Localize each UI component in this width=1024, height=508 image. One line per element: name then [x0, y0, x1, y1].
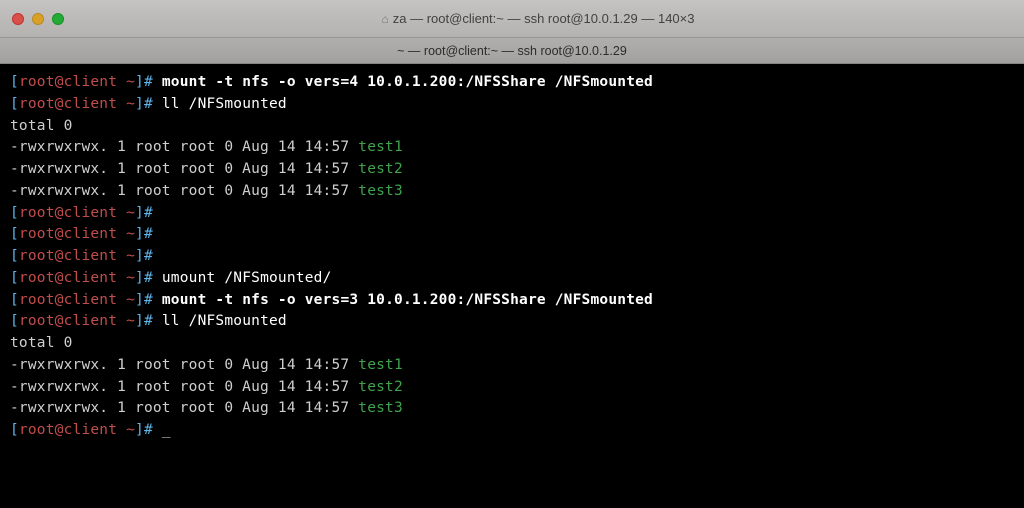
prompt-userhost: root@client ~: [19, 96, 135, 112]
prompt-bracket: [: [10, 270, 19, 286]
terminal-line: [root@client ~]# _: [10, 420, 1014, 442]
prompt-bracket: [: [10, 96, 19, 112]
file-name: test1: [358, 139, 403, 155]
window-title: ⌂ za — root@client:~ — ssh root@10.0.1.2…: [64, 11, 1012, 26]
file-attrs: -rwxrwxrwx. 1 root root 0 Aug 14 14:57: [10, 139, 358, 155]
prompt-bracket: [: [10, 74, 19, 90]
zoom-button[interactable]: [52, 13, 64, 25]
prompt-bracket: ]#: [135, 74, 153, 90]
terminal-line: -rwxrwxrwx. 1 root root 0 Aug 14 14:57 t…: [10, 398, 1014, 420]
terminal-line: -rwxrwxrwx. 1 root root 0 Aug 14 14:57 t…: [10, 181, 1014, 203]
file-name: test3: [358, 400, 403, 416]
prompt-bracket: ]#: [135, 292, 153, 308]
terminal-line: -rwxrwxrwx. 1 root root 0 Aug 14 14:57 t…: [10, 137, 1014, 159]
terminal-line: [root@client ~]#: [10, 224, 1014, 246]
file-name: test2: [358, 379, 403, 395]
terminal-line: total 0: [10, 333, 1014, 355]
prompt-bracket: [: [10, 422, 19, 438]
command-text: umount /NFSmounted/: [162, 270, 332, 286]
window-titlebar: ⌂ za — root@client:~ — ssh root@10.0.1.2…: [0, 0, 1024, 38]
terminal-line: [root@client ~]#: [10, 246, 1014, 268]
terminal-line: -rwxrwxrwx. 1 root root 0 Aug 14 14:57 t…: [10, 159, 1014, 181]
traffic-lights: [12, 13, 64, 25]
file-attrs: -rwxrwxrwx. 1 root root 0 Aug 14 14:57: [10, 379, 358, 395]
terminal-line: [root@client ~]# ll /NFSmounted: [10, 311, 1014, 333]
file-name: test2: [358, 161, 403, 177]
prompt-userhost: root@client ~: [19, 74, 135, 90]
file-attrs: -rwxrwxrwx. 1 root root 0 Aug 14 14:57: [10, 357, 358, 373]
terminal-line: -rwxrwxrwx. 1 root root 0 Aug 14 14:57 t…: [10, 355, 1014, 377]
tabbar: ~ — root@client:~ — ssh root@10.0.1.29: [0, 38, 1024, 64]
prompt-userhost: root@client ~: [19, 422, 135, 438]
terminal-line: -rwxrwxrwx. 1 root root 0 Aug 14 14:57 t…: [10, 377, 1014, 399]
terminal-line: [root@client ~]# mount -t nfs -o vers=3 …: [10, 290, 1014, 312]
prompt-bracket: ]#: [135, 205, 153, 221]
prompt-bracket: ]#: [135, 226, 153, 242]
prompt-userhost: root@client ~: [19, 226, 135, 242]
terminal-line: total 0: [10, 116, 1014, 138]
home-icon: ⌂: [382, 12, 389, 26]
command-text: mount -t nfs -o vers=3 10.0.1.200:/NFSSh…: [162, 292, 653, 308]
close-button[interactable]: [12, 13, 24, 25]
prompt-userhost: root@client ~: [19, 270, 135, 286]
file-name: test1: [358, 357, 403, 373]
prompt-userhost: root@client ~: [19, 248, 135, 264]
terminal-line: [root@client ~]# ll /NFSmounted: [10, 94, 1014, 116]
file-attrs: -rwxrwxrwx. 1 root root 0 Aug 14 14:57: [10, 400, 358, 416]
prompt-bracket: ]#: [135, 248, 153, 264]
terminal-line: [root@client ~]# umount /NFSmounted/: [10, 268, 1014, 290]
prompt-userhost: root@client ~: [19, 205, 135, 221]
prompt-userhost: root@client ~: [19, 313, 135, 329]
prompt-bracket: [: [10, 292, 19, 308]
prompt-bracket: [: [10, 205, 19, 221]
command-text: ll /NFSmounted: [162, 313, 287, 329]
prompt-bracket: ]#: [135, 313, 153, 329]
prompt-bracket: [: [10, 248, 19, 264]
output-text: total 0: [10, 118, 73, 134]
file-attrs: -rwxrwxrwx. 1 root root 0 Aug 14 14:57: [10, 183, 358, 199]
minimize-button[interactable]: [32, 13, 44, 25]
terminal-output[interactable]: [root@client ~]# mount -t nfs -o vers=4 …: [0, 64, 1024, 450]
window-title-text: za — root@client:~ — ssh root@10.0.1.29 …: [393, 11, 695, 26]
file-name: test3: [358, 183, 403, 199]
prompt-bracket: ]#: [135, 96, 153, 112]
terminal-line: [root@client ~]# mount -t nfs -o vers=4 …: [10, 72, 1014, 94]
output-text: total 0: [10, 335, 73, 351]
terminal-line: [root@client ~]#: [10, 203, 1014, 225]
prompt-bracket: [: [10, 313, 19, 329]
file-attrs: -rwxrwxrwx. 1 root root 0 Aug 14 14:57: [10, 161, 358, 177]
prompt-userhost: root@client ~: [19, 292, 135, 308]
command-text: ll /NFSmounted: [162, 96, 287, 112]
cursor: _: [162, 422, 171, 438]
tab-title[interactable]: ~ — root@client:~ — ssh root@10.0.1.29: [397, 44, 627, 58]
command-text: mount -t nfs -o vers=4 10.0.1.200:/NFSSh…: [162, 74, 653, 90]
prompt-bracket: ]#: [135, 422, 153, 438]
prompt-bracket: ]#: [135, 270, 153, 286]
prompt-bracket: [: [10, 226, 19, 242]
